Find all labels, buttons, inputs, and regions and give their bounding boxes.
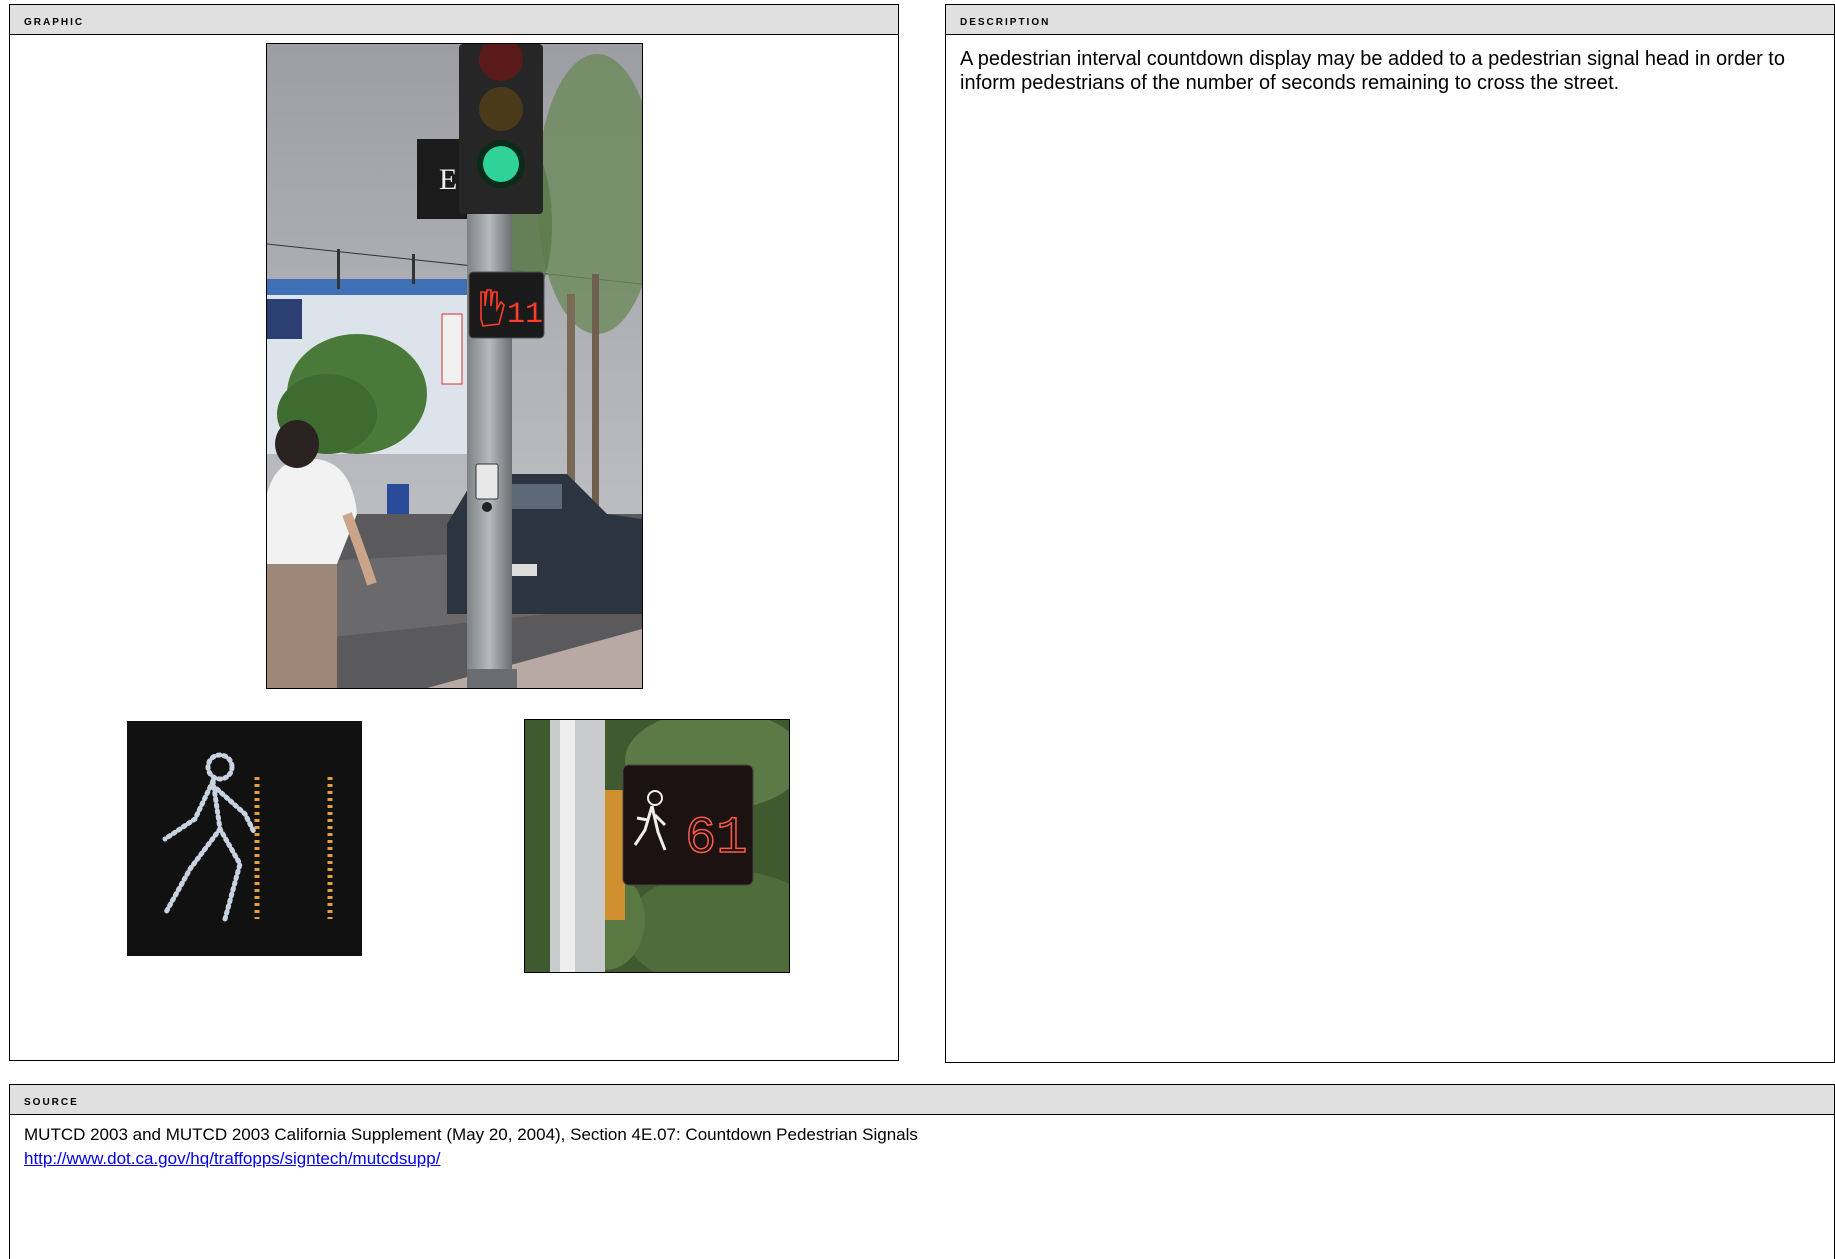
source-link[interactable]: http://www.dot.ca.gov/hq/traffopps/signt… <box>24 1149 440 1168</box>
main-countdown-digits: 11 <box>507 298 543 332</box>
countdown-signal-photo: 61 <box>524 719 790 973</box>
source-citation: MUTCD 2003 and MUTCD 2003 California Sup… <box>24 1125 918 1144</box>
description-text: A pedestrian interval countdown display … <box>960 48 1785 94</box>
source-header: Source <box>10 1085 1834 1115</box>
source-panel: Source MUTCD 2003 and MUTCD 2003 Califor… <box>9 1084 1835 1259</box>
description-header: Description <box>946 5 1834 35</box>
graphic-panel: Graphic <box>9 4 899 1061</box>
svg-text:E: E <box>439 163 457 196</box>
small-countdown-digits: 61 <box>685 809 747 868</box>
walk-led-signal-photo <box>125 719 368 962</box>
description-panel: Description A pedestrian interval countd… <box>945 4 1835 1063</box>
graphic-header: Graphic <box>10 5 898 35</box>
street-signal-photo: E 11 <box>266 43 643 689</box>
